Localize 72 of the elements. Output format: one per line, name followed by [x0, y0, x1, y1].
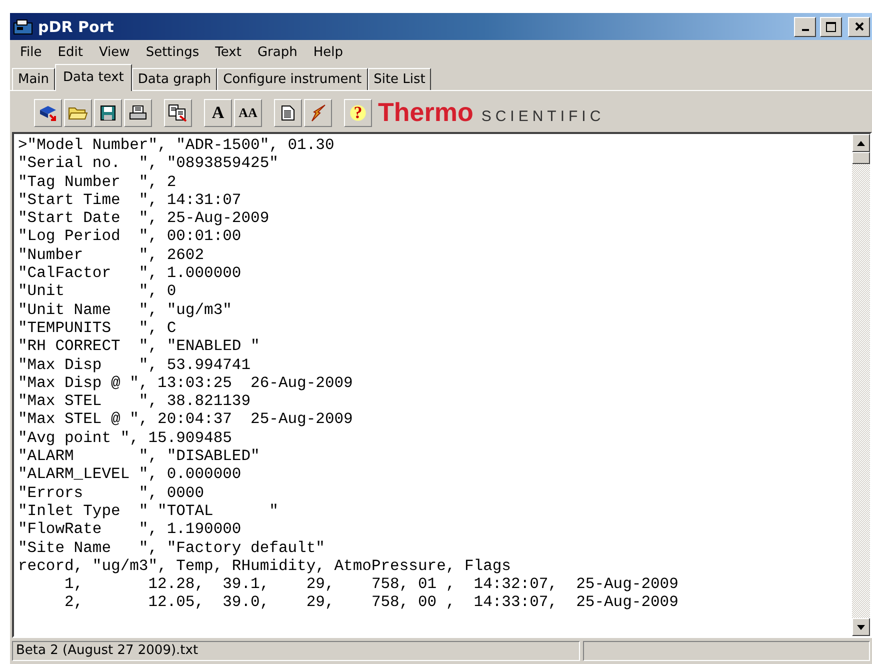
text-line: "Start Time ", 14:31:07: [18, 190, 242, 210]
text-line: "Avg point ", 15.909485: [18, 428, 233, 448]
menu-item[interactable]: Settings: [138, 44, 208, 61]
document-icon: [281, 104, 295, 120]
printer-icon: [129, 104, 147, 120]
text-line: "Unit ", 0: [18, 282, 178, 301]
maximize-icon: [826, 22, 836, 32]
font-size-button[interactable]: AA: [234, 98, 262, 126]
menu-item[interactable]: Help: [305, 44, 351, 61]
open-button[interactable]: [64, 98, 92, 126]
text-line: "ALARM_LEVEL ", 0.000000: [18, 465, 242, 484]
scroll-down-button[interactable]: [852, 618, 870, 636]
copy-button[interactable]: [164, 98, 192, 126]
text-line: "Tag Number ", 2: [18, 172, 178, 191]
disk-arrow-icon: [38, 104, 58, 122]
text-line: "ALARM ", "DISABLED": [18, 447, 261, 466]
minimize-icon: [802, 28, 808, 30]
text-line: "Start Date ", 25-Aug-2009: [18, 209, 270, 228]
text-editor[interactable]: [12, 132, 872, 638]
document-button[interactable]: [274, 98, 302, 126]
tab[interactable]: Data graph: [132, 68, 218, 90]
menu-item[interactable]: View: [90, 44, 138, 61]
lightning-probe-icon: [309, 104, 327, 122]
menu-item[interactable]: Edit: [50, 44, 91, 61]
maximize-button[interactable]: [820, 16, 842, 36]
tab[interactable]: Site List: [368, 68, 432, 90]
tab[interactable]: Configure instrument: [217, 68, 368, 90]
text-line: "Max Disp ", 53.994741: [18, 356, 252, 374]
probe-button[interactable]: [304, 98, 332, 126]
window-title: pDR Port: [38, 18, 115, 36]
text-line: record, "ug/m3", Temp, RHumidity, AtmoPressure, Flags: [18, 556, 512, 576]
text-line: "FlowRate ", 1.190000: [18, 520, 242, 539]
text-line: "Errors ", 0000: [18, 484, 206, 502]
text-line: "Max Disp @ ", 13:03:25 26-Aug-2009: [18, 374, 354, 392]
text-line: "Number ", 2602: [18, 246, 206, 264]
brand-logo: Thermo: [378, 97, 474, 128]
font-button[interactable]: A: [204, 98, 232, 126]
up-arrow-icon: [857, 140, 865, 146]
folder-icon: [68, 104, 88, 120]
status-filename: Beta 2 (August 27 2009).txt: [12, 641, 580, 661]
help-button[interactable]: ?: [344, 98, 372, 126]
scroll-up-button[interactable]: [852, 134, 870, 152]
close-button[interactable]: [848, 16, 870, 36]
text-line: >"Model Number", "ADR-1500", 01.30: [18, 136, 336, 154]
tab[interactable]: Main: [12, 68, 56, 90]
brand-subtitle: SCIENTIFIC: [481, 108, 605, 125]
text-line: "Unit Name ", "ug/m3": [18, 300, 233, 319]
minimize-button[interactable]: [794, 16, 816, 36]
tab[interactable]: Data text: [55, 64, 132, 91]
text-line: "Serial no. ", "0893859425": [18, 154, 280, 173]
text-line: "CalFactor ", 1.000000: [18, 264, 242, 282]
text-line: "Log Period ", 00:01:00: [18, 227, 242, 246]
text-line: "TEMPUNITS ", C: [18, 318, 178, 338]
down-arrow-icon: [857, 624, 865, 630]
copy-documents-icon: [168, 104, 188, 122]
menu-item[interactable]: File: [12, 44, 50, 61]
print-button[interactable]: [124, 98, 152, 126]
text-line: "Site Name ", "Factory default": [18, 538, 326, 557]
text-line: 2, 12.05, 39.0, 29, 758, 00 , 14:33:07, 25-Aug-2009: [64, 593, 680, 612]
text-line: "Max STEL @ ", 20:04:37 25-Aug-2009: [18, 410, 354, 429]
vertical-scrollbar[interactable]: [852, 134, 870, 636]
download-button[interactable]: [34, 98, 62, 126]
device-icon: [12, 16, 34, 36]
text-line: 1, 12.28, 39.1, 29, 758, 01 , 14:32:07, 25-Aug-2009: [64, 575, 680, 594]
menu-item[interactable]: Text: [207, 44, 250, 61]
close-icon: [854, 22, 864, 31]
text-line: "Inlet Type " "TOTAL ": [18, 502, 280, 520]
text-line: "Max STEL ", 38.821139: [18, 392, 252, 410]
save-button[interactable]: [94, 98, 122, 126]
text-line: "RH CORRECT ", "ENABLED ": [18, 337, 261, 356]
scroll-thumb[interactable]: [852, 152, 870, 164]
menu-item[interactable]: Graph: [249, 44, 306, 61]
